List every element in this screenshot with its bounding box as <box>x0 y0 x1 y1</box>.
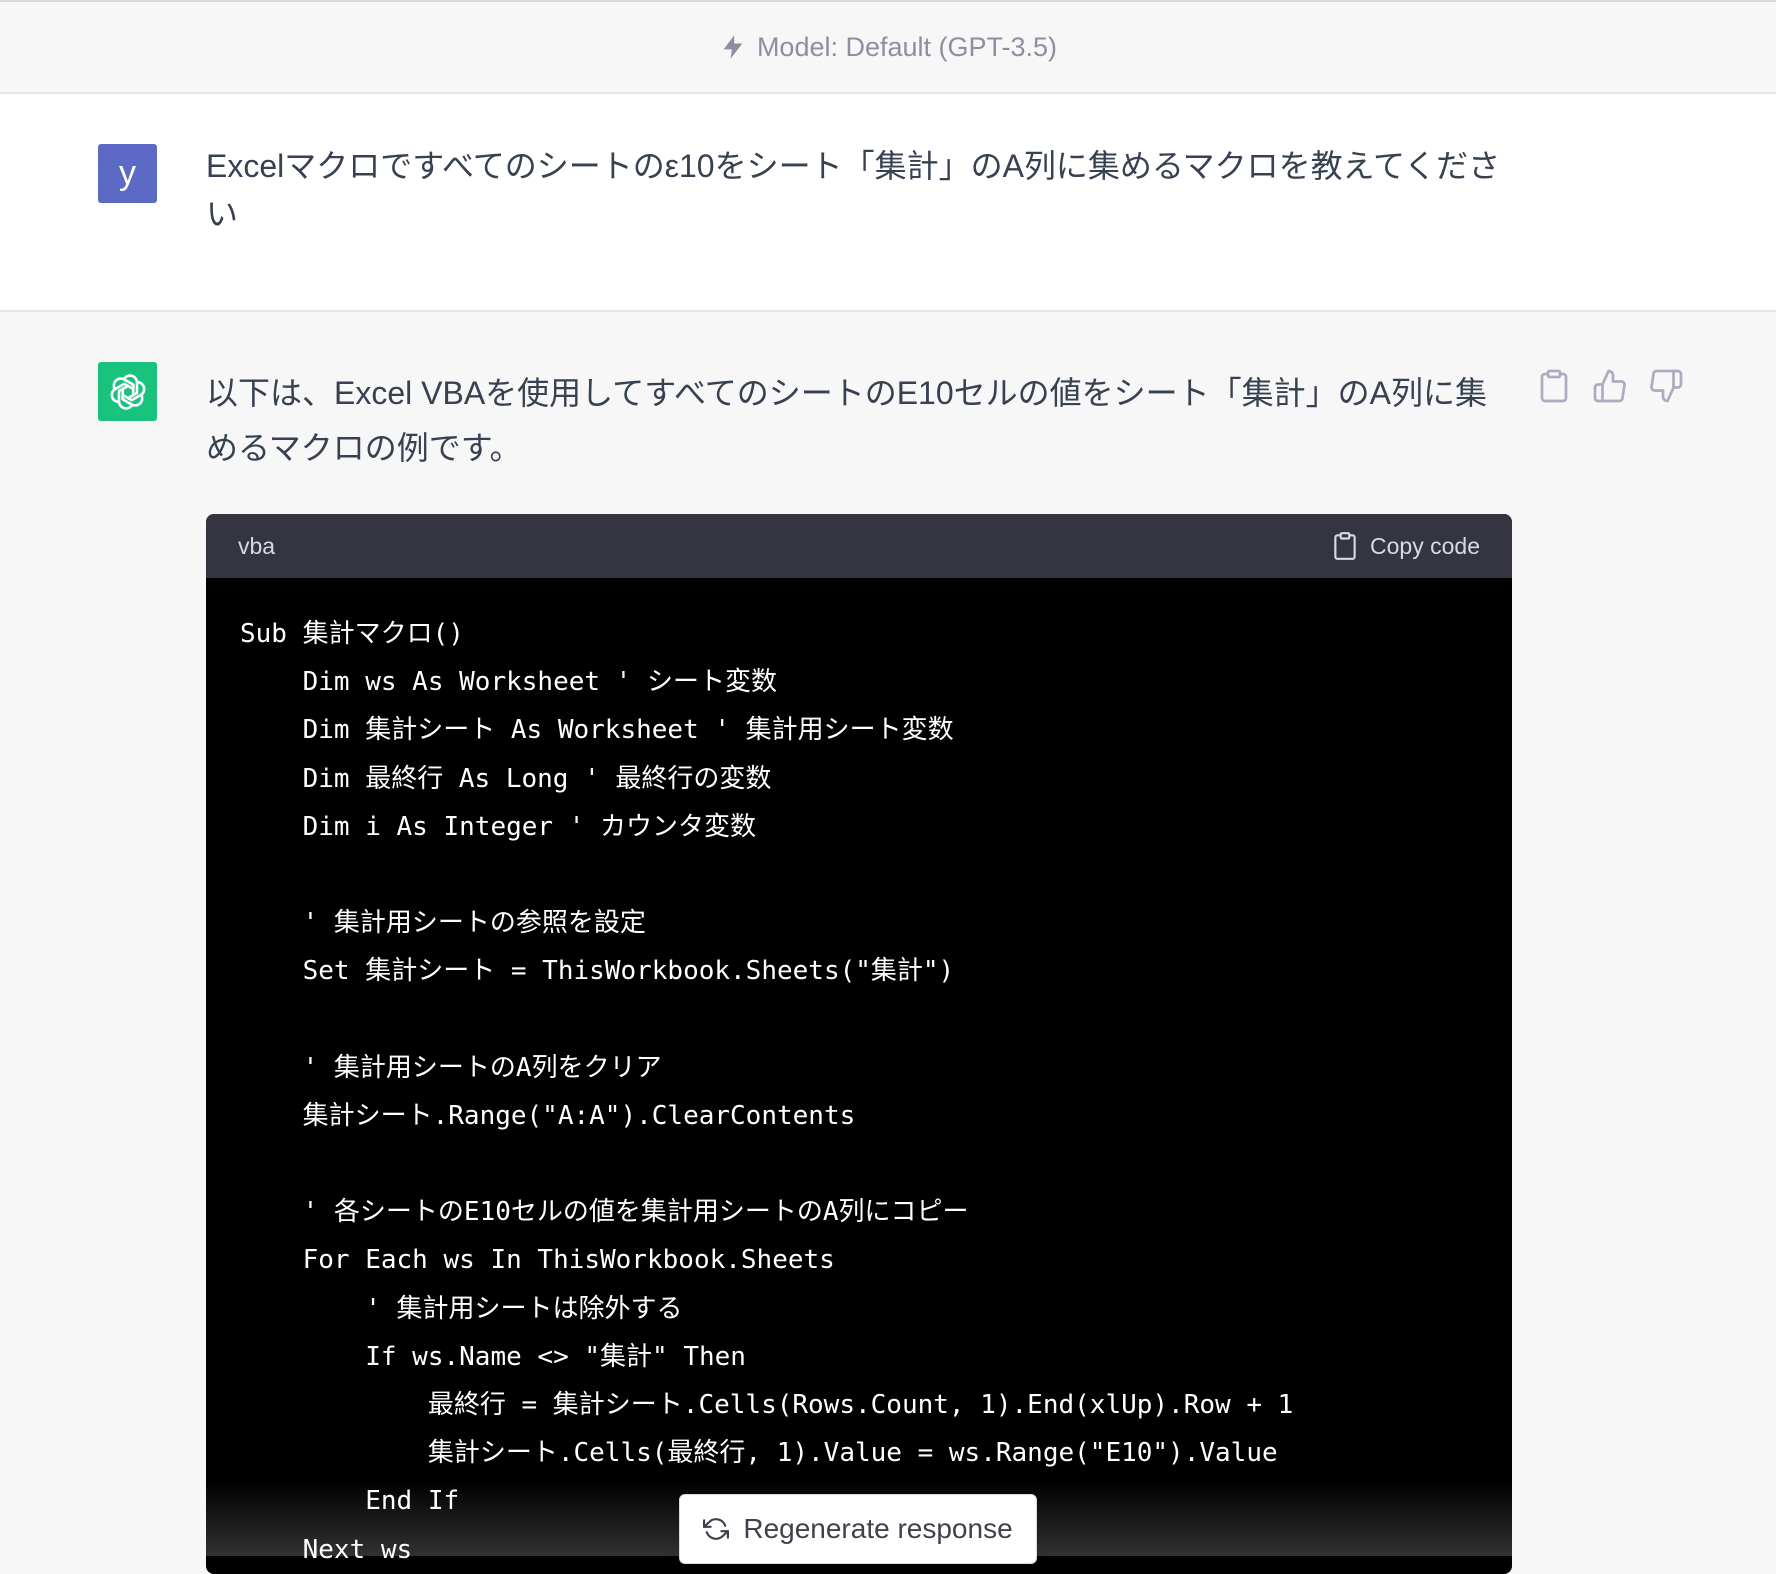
code-line: ' 集計用シートは除外する <box>240 1293 683 1324</box>
user-message-text: Excelマクロですべてのシートのε10をシート「集計」のA列に集めるマクロを教… <box>206 148 1501 232</box>
copy-code-label: Copy code <box>1370 532 1480 559</box>
code-line: ' 各シートのE10セルの値を集計用シートのA列にコピー <box>240 1197 969 1228</box>
thumbs-up-icon[interactable] <box>1592 368 1628 404</box>
code-line: ' 集計用シートのA列をクリア <box>240 1052 662 1083</box>
code-line: If ws.Name <> "集計" Then <box>240 1341 746 1372</box>
code-line: Dim 集計シート As Worksheet ' 集計用シート変数 <box>240 715 954 746</box>
openai-logo-icon <box>98 362 157 421</box>
copy-code-button[interactable]: Copy code <box>1332 531 1480 561</box>
code-header: vba Copy code <box>206 514 1512 578</box>
code-line: Dim ws As Worksheet ' シート変数 <box>240 667 777 698</box>
code-line: For Each ws In ThisWorkbook.Sheets <box>240 1245 835 1276</box>
code-line: Dim 最終行 As Long ' 最終行の変数 <box>240 763 772 794</box>
user-avatar: y <box>98 144 157 203</box>
lightning-icon <box>723 35 743 59</box>
regenerate-response-button[interactable]: Regenerate response <box>679 1494 1037 1564</box>
code-line: 集計シート.Range("A:A").ClearContents <box>240 1100 856 1131</box>
code-line: 集計シート.Cells(最終行, 1).Value = ws.Range("E1… <box>240 1438 1278 1469</box>
openai-logo-icon-svg <box>110 373 145 410</box>
user-message: y Excelマクロですべてのシートのε10をシート「集計」のA列に集めるマクロ… <box>0 94 1776 312</box>
model-label: Model: Default (GPT-3.5) <box>756 31 1058 62</box>
code-line: Set 集計シート = ThisWorkbook.Sheets("集計") <box>240 956 955 987</box>
code-line: 最終行 = 集計シート.Cells(Rows.Count, 1).End(xlU… <box>240 1390 1294 1420</box>
code-block: vba Copy code Sub 集計マクロ() Dim ws As Work… <box>206 514 1512 1574</box>
code-line: Dim i As Integer ' カウンタ変数 <box>240 811 757 842</box>
regenerate-label: Regenerate response <box>743 1513 1013 1544</box>
code-line: Sub 集計マクロ() <box>240 619 464 649</box>
clipboard-icon <box>1334 532 1356 560</box>
message-actions <box>1536 368 1684 404</box>
avatar-letter: y <box>119 154 136 192</box>
assistant-message: 以下は、Excel VBAを使用してすべてのシートのE10セルの値をシート「集計… <box>0 312 1776 1574</box>
thumbs-down-icon[interactable] <box>1648 368 1684 404</box>
code-content: Sub 集計マクロ() Dim ws As Worksheet ' シート変数 … <box>206 578 1512 1574</box>
clipboard-icon[interactable] <box>1536 368 1572 404</box>
model-header: Model: Default (GPT-3.5) <box>0 0 1776 94</box>
code-line: ' 集計用シートの参照を設定 <box>240 908 646 939</box>
code-language: vba <box>238 532 276 559</box>
assistant-message-text: 以下は、Excel VBAを使用してすべてのシートのE10セルの値をシート「集計… <box>206 375 1487 466</box>
refresh-icon <box>703 1518 730 1540</box>
